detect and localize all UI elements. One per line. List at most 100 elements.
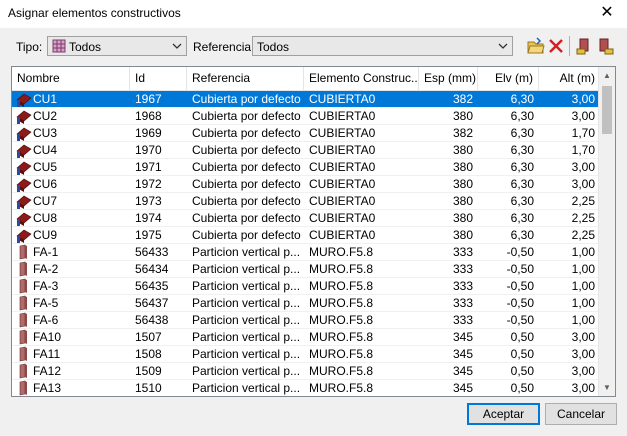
roof-element-icon bbox=[16, 144, 32, 158]
cell-nombre: FA-2 bbox=[33, 262, 59, 276]
table-row[interactable]: CU1 1967 Cubierta por defecto CUBIERTA0 382 6… bbox=[12, 91, 600, 108]
cell-alt: 1,70 bbox=[571, 126, 595, 140]
column-header-elemento[interactable]: Elemento Construc... bbox=[304, 67, 419, 90]
table-row[interactable]: CU6 1972 Cubierta por defecto CUBIERTA0 380 6… bbox=[12, 176, 600, 193]
cancel-button[interactable]: Cancelar bbox=[545, 403, 617, 425]
column-header-referencia[interactable]: Referencia bbox=[187, 67, 304, 90]
table-row[interactable]: CU7 1973 Cubierta por defecto CUBIERTA0 380 6… bbox=[12, 193, 600, 210]
cell-alt: 2,25 bbox=[571, 194, 595, 208]
cell-elv: -0,50 bbox=[506, 245, 534, 259]
table-row[interactable]: FA10 1507 Particion vertical p... MURO.F5.8… bbox=[12, 329, 600, 346]
cell-id: 56433 bbox=[135, 245, 169, 259]
close-icon[interactable]: ✕ bbox=[587, 0, 627, 28]
cell-ref: Cubierta por defecto bbox=[192, 194, 301, 208]
column-header-elv[interactable]: Elv (m) bbox=[478, 67, 539, 90]
scroll-down-icon[interactable]: ▼ bbox=[599, 379, 615, 396]
cell-esp: 380 bbox=[452, 211, 473, 225]
grid-type-icon bbox=[52, 39, 66, 53]
referencia-value: Todos bbox=[257, 40, 290, 54]
cell-id: 56434 bbox=[135, 262, 169, 276]
table-row[interactable]: CU4 1970 Cubierta por defecto CUBIERTA0 380 6… bbox=[12, 142, 600, 159]
cell-ref: Particion vertical p... bbox=[192, 262, 301, 276]
cell-elv: 6,30 bbox=[510, 92, 534, 106]
cell-alt: 3,00 bbox=[571, 109, 595, 123]
table-row[interactable]: CU5 1971 Cubierta por defecto CUBIERTA0 380 6… bbox=[12, 159, 600, 176]
cell-ref: Particion vertical p... bbox=[192, 313, 301, 327]
column-header-esp[interactable]: Esp (mm) bbox=[419, 67, 478, 90]
cell-id: 1507 bbox=[135, 330, 162, 344]
roof-element-icon bbox=[16, 195, 32, 209]
elements-table[interactable]: Nombre Id Referencia Elemento Construc..… bbox=[11, 66, 616, 397]
scroll-up-icon[interactable]: ▲ bbox=[599, 67, 615, 84]
cell-esp: 333 bbox=[452, 262, 473, 276]
cell-alt: 3,00 bbox=[571, 364, 595, 378]
cell-ref: Cubierta por defecto bbox=[192, 143, 301, 157]
cell-id: 1973 bbox=[135, 194, 162, 208]
cell-ref: Cubierta por defecto bbox=[192, 211, 301, 225]
table-row[interactable]: FA11 1508 Particion vertical p... MURO.F5.8… bbox=[12, 346, 600, 363]
roof-element-icon bbox=[16, 178, 32, 192]
table-row[interactable]: FA13 1510 Particion vertical p... MURO.F5.8… bbox=[12, 380, 600, 396]
table-row[interactable]: FA-5 56437 Particion vertical p... MURO.F5.… bbox=[12, 295, 600, 312]
cell-nombre: CU6 bbox=[33, 177, 58, 191]
cell-alt: 3,00 bbox=[571, 92, 595, 106]
cell-elv: 6,30 bbox=[510, 211, 534, 225]
table-row[interactable]: CU2 1968 Cubierta por defecto CUBIERTA0 380 6… bbox=[12, 108, 600, 125]
referencia-dropdown[interactable]: Todos bbox=[252, 36, 513, 56]
cell-esp: 345 bbox=[452, 330, 473, 344]
cell-elem: MURO.F5.8 bbox=[309, 381, 374, 395]
table-row[interactable]: CU3 1969 Cubierta por defecto CUBIERTA0 382 6… bbox=[12, 125, 600, 142]
cell-elv: 6,30 bbox=[510, 143, 534, 157]
referencia-label: Referencia: bbox=[193, 40, 255, 54]
cell-elv: 6,30 bbox=[510, 228, 534, 242]
cell-nombre: CU3 bbox=[33, 126, 58, 140]
cell-ref: Cubierta por defecto bbox=[192, 92, 301, 106]
scroll-thumb[interactable] bbox=[602, 86, 612, 134]
column-header-nombre[interactable]: Nombre bbox=[12, 67, 130, 90]
table-row[interactable]: FA-6 56438 Particion vertical p... MURO.F5.… bbox=[12, 312, 600, 329]
table-row[interactable]: FA-3 56435 Particion vertical p... MURO.F5.… bbox=[12, 278, 600, 295]
cell-ref: Particion vertical p... bbox=[192, 330, 301, 344]
cell-elem: CUBIERTA0 bbox=[309, 92, 376, 106]
cell-nombre: CU1 bbox=[33, 92, 58, 106]
cell-ref: Particion vertical p... bbox=[192, 364, 301, 378]
column-header-id[interactable]: Id bbox=[130, 67, 187, 90]
wall-element-icon bbox=[19, 363, 27, 379]
table-row[interactable]: CU8 1974 Cubierta por defecto CUBIERTA0 380 6… bbox=[12, 210, 600, 227]
table-row[interactable]: FA-1 56433 Particion vertical p... MURO.F5.… bbox=[12, 244, 600, 261]
cell-elem: MURO.F5.8 bbox=[309, 279, 374, 293]
wall-element-icon bbox=[19, 329, 27, 345]
folder-open-icon[interactable] bbox=[527, 37, 545, 55]
cell-elv: 0,50 bbox=[510, 364, 534, 378]
cell-ref: Particion vertical p... bbox=[192, 245, 301, 259]
cell-elv: -0,50 bbox=[506, 313, 534, 327]
column-header-alt[interactable]: Alt (m) bbox=[539, 67, 600, 90]
cell-nombre: CU7 bbox=[33, 194, 58, 208]
table-row[interactable]: FA-2 56434 Particion vertical p... MURO.F5.… bbox=[12, 261, 600, 278]
tipo-dropdown[interactable]: Todos bbox=[47, 36, 187, 56]
cell-id: 1968 bbox=[135, 109, 162, 123]
cell-nombre: CU9 bbox=[33, 228, 58, 242]
accept-button[interactable]: Aceptar bbox=[467, 403, 540, 425]
cell-ref: Particion vertical p... bbox=[192, 296, 301, 310]
table-row[interactable]: CU9 1975 Cubierta por defecto CUBIERTA0 380 6… bbox=[12, 227, 600, 244]
roof-element-icon bbox=[16, 127, 32, 141]
cell-ref: Particion vertical p... bbox=[192, 279, 301, 293]
cell-esp: 345 bbox=[452, 364, 473, 378]
cell-elem: CUBIERTA0 bbox=[309, 160, 376, 174]
cell-esp: 380 bbox=[452, 177, 473, 191]
cell-nombre: CU5 bbox=[33, 160, 58, 174]
cell-alt: 1,00 bbox=[571, 262, 595, 276]
vertical-scrollbar[interactable]: ▲ ▼ bbox=[598, 67, 615, 396]
cell-esp: 333 bbox=[452, 296, 473, 310]
delete-x-icon[interactable] bbox=[547, 37, 565, 55]
export-element-icon[interactable] bbox=[597, 37, 615, 55]
cell-id: 56435 bbox=[135, 279, 169, 293]
cell-elv: 6,30 bbox=[510, 194, 534, 208]
table-row[interactable]: FA12 1509 Particion vertical p... MURO.F5.8… bbox=[12, 363, 600, 380]
cell-nombre: FA-6 bbox=[33, 313, 59, 327]
cell-alt: 2,25 bbox=[571, 228, 595, 242]
import-element-icon[interactable] bbox=[575, 37, 593, 55]
cell-id: 1967 bbox=[135, 92, 162, 106]
cell-alt: 1,70 bbox=[571, 143, 595, 157]
